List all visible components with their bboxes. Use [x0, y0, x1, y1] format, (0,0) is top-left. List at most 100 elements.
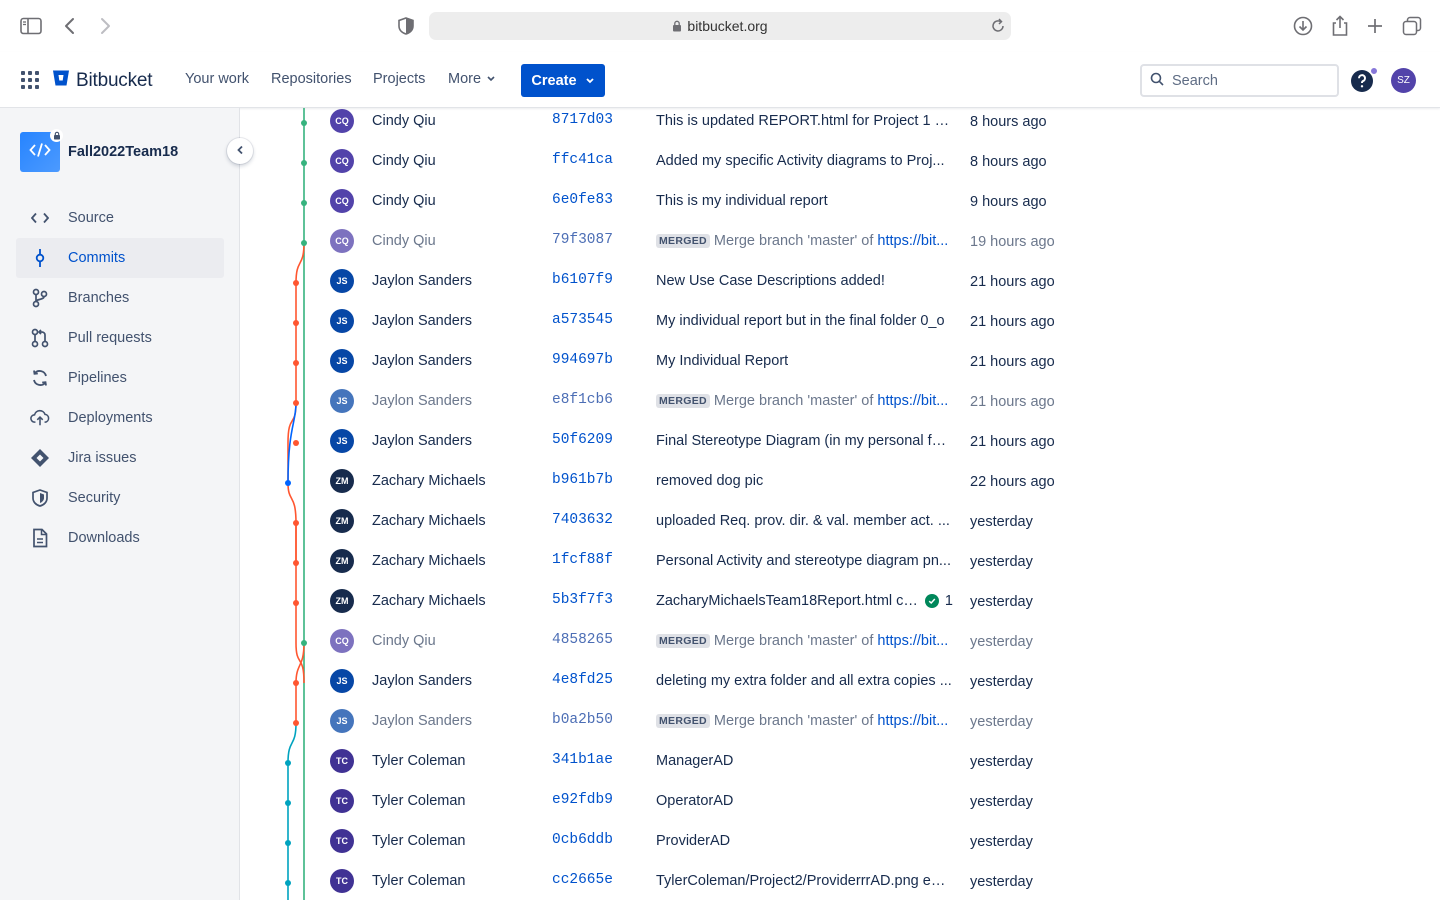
commit-message[interactable]: MERGED Merge branch 'master' of https://b… — [656, 393, 953, 409]
downloads-icon[interactable] — [1291, 14, 1315, 38]
commit-hash-link[interactable]: e92fdb9 — [552, 792, 613, 808]
commit-hash-link[interactable]: 4858265 — [552, 632, 613, 648]
commit-row[interactable]: CQ Cindy Qiu 8717d03 This is updated REPORT… — [241, 108, 1440, 146]
commit-row[interactable]: ZM Zachary Michaels 1fcf88f Personal Activi… — [241, 546, 1440, 586]
sidebar-item-branches[interactable]: Branches — [16, 278, 224, 318]
commit-message-link[interactable]: https://bit... — [877, 633, 948, 649]
sidebar-item-pipelines[interactable]: Pipelines — [16, 358, 224, 398]
commit-row[interactable]: CQ Cindy Qiu 6e0fe83 This is my individual … — [241, 186, 1440, 226]
repo-header[interactable]: Fall2022Team18 — [20, 129, 178, 172]
commit-row[interactable]: TC Tyler Coleman cc2665e TylerColeman/Proje… — [241, 866, 1440, 900]
sidebar-item-source[interactable]: Source — [16, 198, 224, 238]
commit-hash-link[interactable]: 0cb6ddb — [552, 832, 613, 848]
commit-message[interactable]: Personal Activity and stereotype diagram… — [656, 553, 953, 569]
commit-message[interactable]: deleting my extra folder and all extra c… — [656, 673, 953, 689]
commit-message[interactable]: My Individual Report — [656, 353, 953, 369]
tab-overview-icon[interactable] — [1400, 14, 1424, 38]
commit-hash-link[interactable]: 1fcf88f — [552, 552, 613, 568]
commit-message-link[interactable]: https://bit... — [877, 393, 948, 409]
private-lock-icon — [50, 129, 63, 142]
nav-repositories[interactable]: Repositories — [271, 71, 352, 87]
commit-row[interactable]: ZM Zachary Michaels 5b3f7f3 ZacharyMichaels… — [241, 586, 1440, 626]
commit-hash-link[interactable]: 341b1ae — [552, 752, 613, 768]
commit-row[interactable]: TC Tyler Coleman 341b1ae ManagerAD yesterday — [241, 746, 1440, 786]
commit-message[interactable]: New Use Case Descriptions added! — [656, 273, 953, 289]
commit-hash-link[interactable]: 8717d03 — [552, 112, 613, 128]
commit-row[interactable]: JS Jaylon Sanders b6107f9 New Use Case Desc… — [241, 266, 1440, 306]
bitbucket-logo-icon — [52, 69, 70, 92]
commit-row[interactable]: CQ Cindy Qiu ffc41ca Added my specific Acti… — [241, 146, 1440, 186]
commit-message[interactable]: My individual report but in the final fo… — [656, 313, 953, 329]
nav-more[interactable]: More — [448, 71, 496, 87]
sidebar-item-security[interactable]: Security — [16, 478, 224, 518]
commit-row[interactable]: CQ Cindy Qiu 79f3087 MERGED Merge branch 'ma… — [241, 226, 1440, 266]
commit-message[interactable]: uploaded Req. prov. dir. & val. member a… — [656, 513, 953, 529]
sidebar-item-pull-requests[interactable]: Pull requests — [16, 318, 224, 358]
commit-row[interactable]: TC Tyler Coleman 0cb6ddb ProviderAD yesterda… — [241, 826, 1440, 866]
commit-hash-link[interactable]: 50f6209 — [552, 432, 613, 448]
commit-hash-link[interactable]: ffc41ca — [552, 152, 613, 168]
commit-hash-link[interactable]: 5b3f7f3 — [552, 592, 613, 608]
commit-message[interactable]: MERGED Merge branch 'master' of https://b… — [656, 233, 953, 249]
address-bar[interactable]: bitbucket.org — [429, 12, 1011, 40]
commit-message[interactable]: removed dog pic — [656, 473, 953, 489]
commit-message[interactable]: TylerColeman/Project2/ProviderrrAD.png e… — [656, 873, 953, 889]
commit-message-link[interactable]: https://bit... — [877, 233, 948, 249]
commit-message-link[interactable]: https://bit... — [877, 713, 948, 729]
forward-icon[interactable] — [93, 14, 117, 38]
sidebar-toggle-icon[interactable] — [19, 14, 43, 38]
nav-projects[interactable]: Projects — [373, 71, 425, 87]
sidebar-item-downloads[interactable]: Downloads — [16, 518, 224, 558]
search-input[interactable]: Search — [1140, 64, 1339, 97]
commit-hash-link[interactable]: 7403632 — [552, 512, 613, 528]
commit-message[interactable]: ManagerAD — [656, 753, 953, 769]
sidebar-item-commits[interactable]: Commits — [16, 238, 224, 278]
commit-hash-link[interactable]: cc2665e — [552, 872, 613, 888]
commit-hash-link[interactable]: b6107f9 — [552, 272, 613, 288]
commit-hash-link[interactable]: b961b7b — [552, 472, 613, 488]
share-icon[interactable] — [1328, 14, 1352, 38]
commit-message[interactable]: This is my individual report — [656, 193, 953, 209]
commit-hash-link[interactable]: 4e8fd25 — [552, 672, 613, 688]
commit-hash-link[interactable]: 79f3087 — [552, 232, 613, 248]
commit-row[interactable]: ZM Zachary Michaels 7403632 uploaded Req. p… — [241, 506, 1440, 546]
bitbucket-logo[interactable]: Bitbucket — [52, 69, 153, 92]
commit-row[interactable]: JS Jaylon Sanders b0a2b50 MERGED Merge branc… — [241, 706, 1440, 746]
commit-hash-link[interactable]: 6e0fe83 — [552, 192, 613, 208]
commit-message[interactable]: MERGED Merge branch 'master' of https://b… — [656, 713, 953, 729]
commit-row[interactable]: JS Jaylon Sanders a573545 My individual rep… — [241, 306, 1440, 346]
commit-row[interactable]: TC Tyler Coleman e92fdb9 OperatorAD yesterda… — [241, 786, 1440, 826]
commit-row[interactable]: JS Jaylon Sanders e8f1cb6 MERGED Merge branc… — [241, 386, 1440, 426]
commit-row[interactable]: CQ Cindy Qiu 4858265 MERGED Merge branch 'ma… — [241, 626, 1440, 666]
back-icon[interactable] — [58, 14, 82, 38]
commit-message[interactable]: Added my specific Activity diagrams to P… — [656, 153, 953, 169]
build-success-icon[interactable] — [924, 594, 939, 608]
code-icon — [29, 142, 51, 163]
commit-message[interactable]: MERGED Merge branch 'master' of https://b… — [656, 633, 953, 649]
collapse-sidebar-button[interactable] — [227, 138, 253, 164]
commit-hash-link[interactable]: b0a2b50 — [552, 712, 613, 728]
user-avatar[interactable]: SZ — [1391, 68, 1416, 93]
commit-row[interactable]: JS Jaylon Sanders 4e8fd25 deleting my extra… — [241, 666, 1440, 706]
commit-hash-link[interactable]: 994697b — [552, 352, 613, 368]
commit-message[interactable]: ProviderAD — [656, 833, 953, 849]
commit-hash-link[interactable]: e8f1cb6 — [552, 392, 613, 408]
commit-hash-link[interactable]: a573545 — [552, 312, 613, 328]
commit-row[interactable]: ZM Zachary Michaels b961b7b removed dog pic… — [241, 466, 1440, 506]
commit-row[interactable]: JS Jaylon Sanders 994697b My Individual Rep… — [241, 346, 1440, 386]
commit-message-text: deleting my extra folder and all extra c… — [656, 673, 952, 689]
commit-message[interactable]: ZacharyMichaelsTeam18Report.html cre... 1 — [656, 593, 953, 609]
sidebar-item-deployments[interactable]: Deployments — [16, 398, 224, 438]
nav-your-work[interactable]: Your work — [185, 71, 249, 87]
new-tab-icon[interactable] — [1363, 14, 1387, 38]
app-switcher-icon[interactable] — [20, 70, 40, 90]
create-button[interactable]: Create — [521, 64, 605, 97]
commit-message[interactable]: This is updated REPORT.html for Project … — [656, 113, 953, 129]
commit-message[interactable]: OperatorAD — [656, 793, 953, 809]
reload-icon[interactable] — [991, 18, 1005, 36]
chevron-left-icon — [236, 142, 244, 160]
sidebar-item-jira-issues[interactable]: Jira issues — [16, 438, 224, 478]
commit-row[interactable]: JS Jaylon Sanders 50f6209 Final Stereotype … — [241, 426, 1440, 466]
privacy-shield-icon[interactable] — [394, 14, 418, 38]
commit-message[interactable]: Final Stereotype Diagram (in my personal… — [656, 433, 953, 449]
